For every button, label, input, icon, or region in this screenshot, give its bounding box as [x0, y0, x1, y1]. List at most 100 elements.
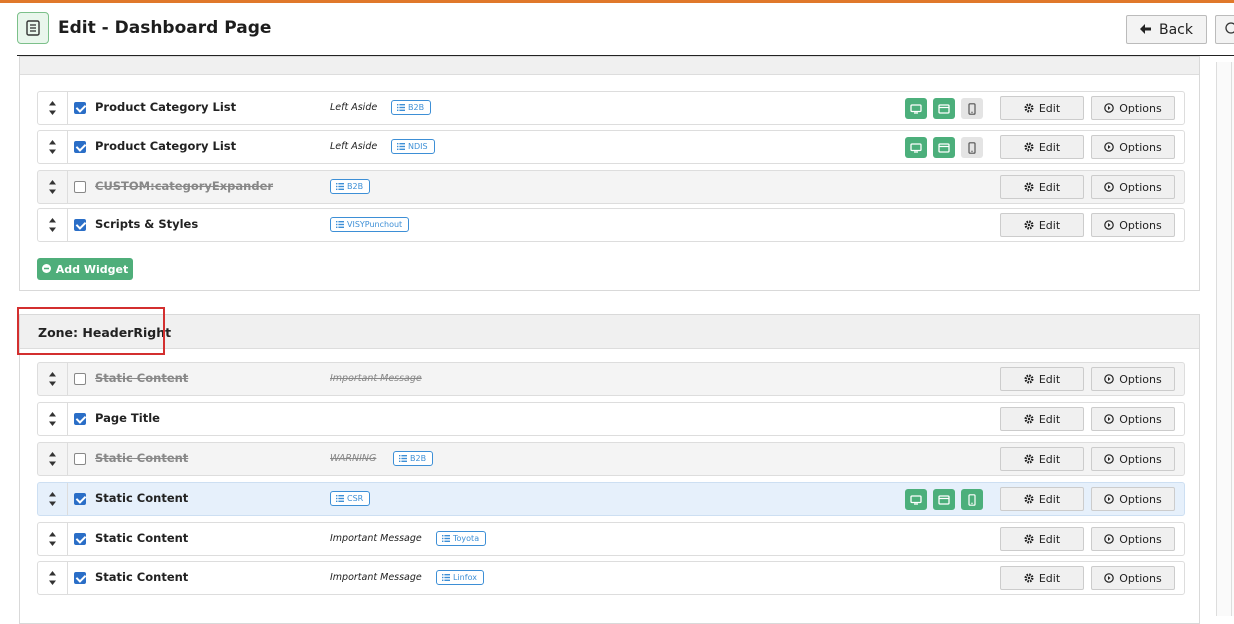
widget-row[interactable]: CUSTOM:categoryExpander B2B Edit Options	[37, 170, 1185, 204]
widget-name: Product Category List	[95, 100, 237, 114]
edit-button-label: Edit	[1038, 532, 1061, 546]
mobile-icon[interactable]	[961, 489, 983, 510]
audience-tag: B2B	[391, 100, 432, 115]
widget-name: Static Content	[95, 491, 189, 505]
edit-widget-button[interactable]: Edit	[1000, 527, 1084, 551]
gear-icon	[1024, 142, 1034, 152]
widget-enabled-checkbox[interactable]	[74, 181, 86, 193]
desktop-icon[interactable]	[905, 137, 927, 158]
desktop-icon[interactable]	[905, 98, 927, 119]
options-widget-button[interactable]: Options	[1091, 135, 1175, 159]
options-widget-button[interactable]: Options	[1091, 447, 1175, 471]
edit-widget-button[interactable]: Edit	[1000, 175, 1084, 199]
edit-button-label: Edit	[1038, 412, 1061, 426]
widget-row[interactable]: Product Category List Left Aside NDIS Edit O…	[37, 130, 1185, 164]
edit-widget-button[interactable]: Edit	[1000, 135, 1084, 159]
options-widget-button[interactable]: Options	[1091, 566, 1175, 590]
widget-enabled-checkbox[interactable]	[74, 413, 86, 425]
edit-widget-button[interactable]: Edit	[1000, 96, 1084, 120]
options-circle-icon	[1104, 142, 1115, 152]
drag-handle-icon[interactable]	[38, 131, 68, 163]
list-icon	[397, 104, 405, 111]
tablet-icon[interactable]	[933, 137, 955, 158]
more-button[interactable]	[1215, 15, 1234, 44]
desktop-icon[interactable]	[905, 489, 927, 510]
widget-enabled-checkbox[interactable]	[74, 373, 86, 385]
options-widget-button[interactable]: Options	[1091, 175, 1175, 199]
drag-handle-icon[interactable]	[38, 562, 68, 594]
options-widget-button[interactable]: Options	[1091, 487, 1175, 511]
options-widget-button[interactable]: Options	[1091, 213, 1175, 237]
options-button-label: Options	[1119, 101, 1162, 115]
widget-enabled-checkbox[interactable]	[74, 493, 86, 505]
options-circle-icon	[1104, 454, 1115, 464]
list-icon	[336, 221, 344, 228]
tablet-icon[interactable]	[933, 489, 955, 510]
options-circle-icon	[1104, 494, 1115, 504]
options-circle-icon	[1104, 220, 1115, 230]
widget-enabled-checkbox[interactable]	[74, 141, 86, 153]
widget-enabled-checkbox[interactable]	[74, 453, 86, 465]
widget-name: Static Content	[95, 371, 189, 385]
widget-row[interactable]: Scripts & Styles VISYPunchout Edit Options	[37, 208, 1185, 242]
options-button-label: Options	[1119, 452, 1162, 466]
edit-widget-button[interactable]: Edit	[1000, 213, 1084, 237]
drag-handle-icon[interactable]	[38, 171, 68, 203]
widget-row[interactable]: Static Content WARNING B2B Edit Options	[37, 442, 1185, 476]
list-icon	[442, 535, 450, 542]
widget-enabled-checkbox[interactable]	[74, 572, 86, 584]
widget-row[interactable]: Product Category List Left Aside B2B Edit Op…	[37, 91, 1185, 125]
list-icon	[399, 455, 407, 462]
widget-row[interactable]: Static Content Important Message Toyota Edi…	[37, 522, 1185, 556]
gear-icon	[1024, 454, 1034, 464]
widget-name: Static Content	[95, 531, 189, 545]
edit-button-label: Edit	[1038, 101, 1061, 115]
audience-tag-label: NDIS	[408, 142, 428, 151]
widget-row[interactable]: Static Content Important Message Edit Optio…	[37, 362, 1185, 396]
audience-tag-label: CSR	[347, 494, 364, 503]
gear-icon	[1024, 534, 1034, 544]
edit-widget-button[interactable]: Edit	[1000, 447, 1084, 471]
widget-enabled-checkbox[interactable]	[74, 533, 86, 545]
options-circle-icon	[1104, 573, 1115, 583]
widget-enabled-checkbox[interactable]	[74, 102, 86, 114]
widget-row[interactable]: Static Content CSR Edit Options	[37, 482, 1185, 516]
widget-name: CUSTOM:categoryExpander	[95, 179, 274, 193]
audience-tag: B2B	[393, 451, 434, 466]
widget-enabled-checkbox[interactable]	[74, 219, 86, 231]
drag-handle-icon[interactable]	[38, 209, 68, 241]
options-widget-button[interactable]: Options	[1091, 96, 1175, 120]
audience-tag: Toyota	[436, 531, 487, 546]
right-side-panel	[1216, 62, 1234, 616]
edit-widget-button[interactable]: Edit	[1000, 487, 1084, 511]
mobile-icon[interactable]	[961, 137, 983, 158]
drag-handle-icon[interactable]	[38, 523, 68, 555]
gear-icon	[1024, 414, 1034, 424]
add-widget-button[interactable]: Add Widget	[37, 258, 133, 280]
options-button-label: Options	[1119, 372, 1162, 386]
drag-handle-icon[interactable]	[38, 403, 68, 435]
options-circle-icon	[1104, 374, 1115, 384]
drag-handle-icon[interactable]	[38, 92, 68, 124]
widget-location: WARNING	[330, 453, 377, 464]
edit-widget-button[interactable]: Edit	[1000, 367, 1084, 391]
back-button[interactable]: Back	[1126, 15, 1207, 44]
drag-handle-icon[interactable]	[38, 443, 68, 475]
audience-tag-label: VISYPunchout	[347, 220, 403, 229]
widget-row[interactable]: Page Title Edit Options	[37, 402, 1185, 436]
options-widget-button[interactable]: Options	[1091, 527, 1175, 551]
options-widget-button[interactable]: Options	[1091, 367, 1175, 391]
tablet-icon[interactable]	[933, 98, 955, 119]
edit-button-label: Edit	[1038, 452, 1061, 466]
options-widget-button[interactable]: Options	[1091, 407, 1175, 431]
drag-handle-icon[interactable]	[38, 363, 68, 395]
gear-icon	[1024, 103, 1034, 113]
widget-row[interactable]: Static Content Important Message Linfox Edi…	[37, 561, 1185, 595]
zone-title-highlight	[17, 307, 165, 355]
edit-widget-button[interactable]: Edit	[1000, 566, 1084, 590]
widget-location: Important Message	[330, 533, 422, 544]
gear-icon	[1024, 573, 1034, 583]
drag-handle-icon[interactable]	[38, 483, 68, 515]
edit-widget-button[interactable]: Edit	[1000, 407, 1084, 431]
mobile-icon[interactable]	[961, 98, 983, 119]
